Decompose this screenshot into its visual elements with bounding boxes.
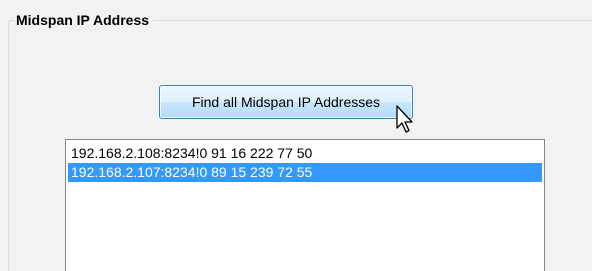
- list-item[interactable]: 192.168.2.108:8234!0 91 16 222 77 50: [68, 144, 542, 163]
- midspan-panel: Midspan IP Address Find all Midspan IP A…: [0, 0, 592, 271]
- mouse-pointer-icon: [396, 105, 413, 133]
- list-item-selected[interactable]: 192.168.2.107:8234!0 89 15 239 72 55: [68, 163, 542, 182]
- ip-address-list[interactable]: 192.168.2.108:8234!0 91 16 222 77 50 192…: [65, 139, 545, 271]
- find-midspan-button[interactable]: Find all Midspan IP Addresses: [159, 85, 413, 119]
- group-title: Midspan IP Address: [14, 11, 154, 29]
